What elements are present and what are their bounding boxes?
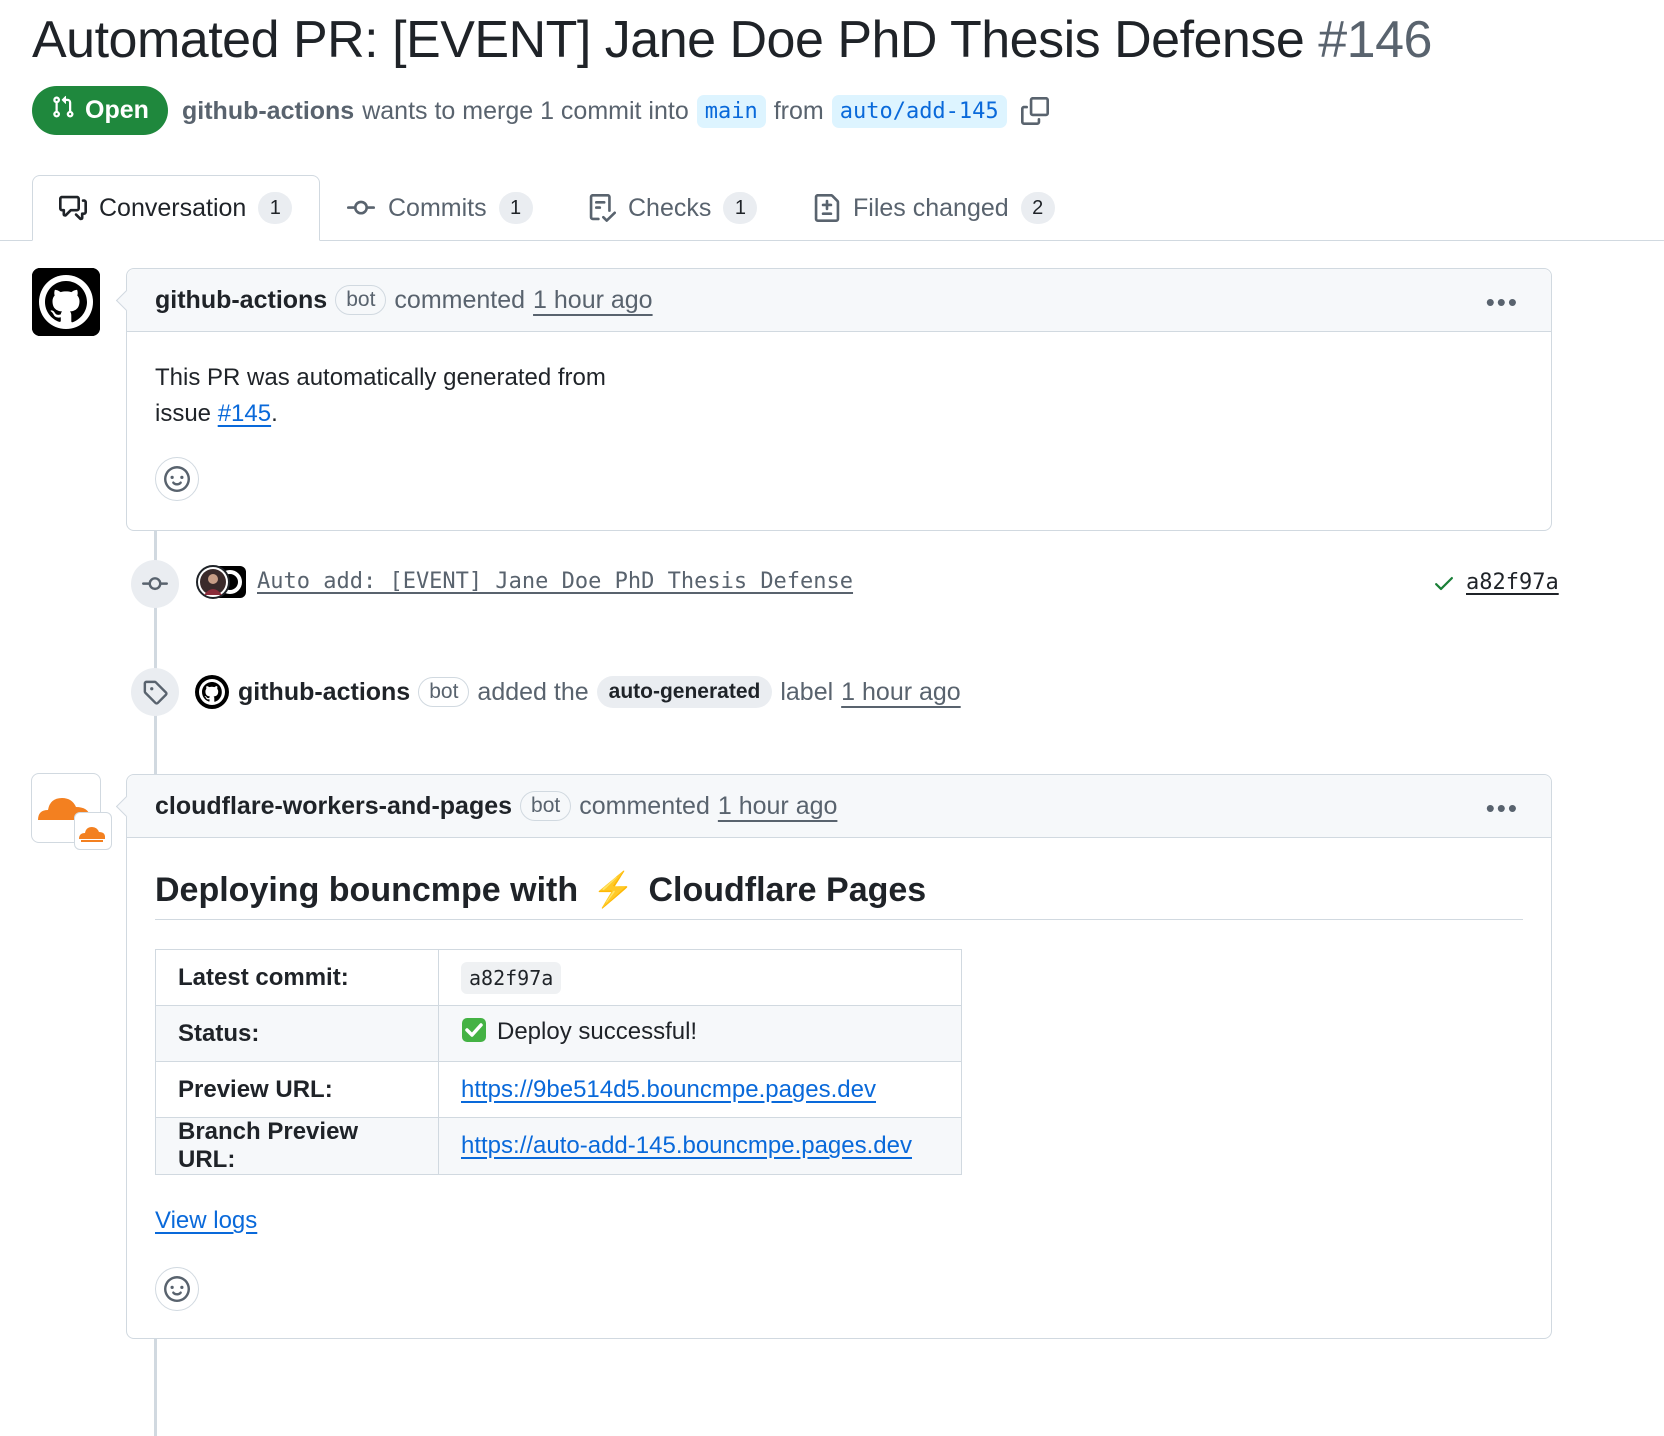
kebab-horizontal-icon[interactable]: ••• (1486, 287, 1519, 318)
github-logo-icon (195, 675, 229, 709)
deploy-heading-suffix: Cloudflare Pages (648, 870, 927, 909)
comment-author[interactable]: cloudflare-workers-and-pages (155, 792, 512, 821)
zap-emoji-icon: ⚡️ (592, 871, 635, 909)
cloudflare-pages-badge-icon (74, 812, 112, 850)
table-row: Branch Preview URL: https://auto-add-145… (155, 1117, 962, 1175)
tab-checks-label: Checks (628, 193, 712, 222)
comment-action: commented (394, 285, 526, 314)
label-event-suffix: label (780, 677, 834, 706)
table-row: Latest commit: a82f97a (155, 949, 962, 1006)
pr-state-badge: Open (32, 86, 168, 135)
commit-authors-avatars[interactable] (196, 565, 248, 599)
comment-header: cloudflare-workers-and-pages bot comment… (127, 775, 1551, 838)
deploy-heading: Deploying bouncmpe with ⚡️ Cloudflare Pa… (155, 861, 1523, 920)
issue-label-auto-generated[interactable]: auto-generated (596, 676, 773, 708)
tab-commits[interactable]: Commits 1 (346, 175, 533, 241)
label-event-text: github-actions bot added the auto-genera… (194, 674, 961, 710)
bot-label: bot (418, 677, 470, 707)
commit-status: a82f97a (1432, 570, 1559, 595)
comment-discussion-icon (59, 194, 87, 222)
tab-commits-count: 1 (498, 192, 533, 224)
comment-header: github-actions bot commented 1 hour ago … (127, 269, 1551, 332)
comment-action: commented (579, 791, 710, 820)
issue-link[interactable]: #145 (218, 400, 271, 427)
comment-card: github-actions bot commented 1 hour ago … (115, 268, 1552, 531)
file-diff-icon (813, 194, 841, 222)
bot-label: bot (335, 285, 387, 315)
merge-text: wants to merge 1 commit into (362, 96, 689, 125)
pr-state-label: Open (85, 96, 149, 124)
table-key: Latest commit: (155, 949, 439, 1006)
table-key: Branch Preview URL: (155, 1117, 439, 1175)
add-reaction-button[interactable] (155, 1267, 199, 1311)
tab-files-changed[interactable]: Files changed 2 (813, 175, 1055, 241)
commit-event-badge (131, 560, 179, 608)
tab-checks[interactable]: Checks 1 (588, 175, 758, 241)
table-row: Preview URL: https://9be514d5.bouncmpe.p… (155, 1061, 962, 1118)
comment-body-suffix: . (271, 400, 278, 427)
tab-conversation-label: Conversation (99, 193, 247, 222)
table-value: https://auto-add-145.bouncmpe.pages.dev (438, 1117, 962, 1175)
head-branch[interactable]: auto/add-145 (831, 94, 1007, 128)
tab-checks-count: 1 (723, 192, 758, 224)
comment-card-cloudflare: cloudflare-workers-and-pages bot comment… (115, 774, 1552, 1339)
label-event-avatar[interactable] (194, 674, 230, 710)
branch-preview-url-link[interactable]: https://auto-add-145.bouncmpe.pages.dev (461, 1132, 912, 1159)
tab-files-changed-label: Files changed (853, 193, 1009, 222)
comment-body: This PR was automatically generated from… (127, 332, 1551, 432)
label-event-badge (131, 668, 179, 716)
check-icon[interactable] (1432, 571, 1456, 595)
git-commit-icon (346, 194, 376, 222)
smiley-icon (164, 1276, 190, 1302)
tab-commits-label: Commits (388, 193, 487, 222)
table-key: Preview URL: (155, 1061, 439, 1118)
pr-number: #146 (1318, 11, 1432, 69)
git-commit-icon (141, 571, 169, 597)
commit-message-link[interactable]: Auto add: [EVENT] Jane Doe PhD Thesis De… (257, 569, 853, 594)
copy-icon[interactable] (1020, 97, 1049, 125)
github-logo-icon (32, 268, 100, 336)
tag-icon (142, 679, 168, 705)
checklist-icon (588, 194, 616, 222)
from-text: from (773, 96, 824, 125)
comment-body-issue-prefix: issue (155, 400, 212, 427)
preview-url-link[interactable]: https://9be514d5.bouncmpe.pages.dev (461, 1076, 876, 1103)
github-actions-avatar[interactable] (32, 268, 100, 336)
tab-files-changed-count: 2 (1020, 192, 1055, 224)
pr-meta: github-actions wants to merge 1 commit i… (182, 90, 1049, 132)
table-value: a82f97a (438, 949, 962, 1006)
deploy-status: Deploy successful! (497, 1018, 698, 1045)
label-event-action: added the (477, 677, 589, 706)
latest-commit-sha: a82f97a (461, 961, 562, 994)
author-avatar (196, 565, 230, 599)
comment-timestamp[interactable]: 1 hour ago (718, 792, 838, 821)
pr-title: Automated PR: [EVENT] Jane Doe PhD Thesi… (32, 4, 1432, 76)
label-event-actor[interactable]: github-actions (238, 678, 410, 707)
check-mark-button-icon (461, 1017, 487, 1050)
comment-timestamp[interactable]: 1 hour ago (533, 286, 653, 315)
comment-body-line1: This PR was automatically generated from (155, 364, 606, 391)
bot-label: bot (520, 791, 572, 821)
base-branch[interactable]: main (696, 94, 766, 128)
deploy-heading-prefix: Deploying bouncmpe with (155, 870, 579, 909)
comment-author[interactable]: github-actions (155, 286, 327, 315)
comment-body-line2: issue #145. (155, 396, 1523, 432)
add-reaction-button[interactable] (155, 457, 199, 501)
label-event-timestamp[interactable]: 1 hour ago (841, 678, 961, 707)
commit-sha-link[interactable]: a82f97a (1466, 570, 1559, 595)
table-value: Deploy successful! (438, 1005, 962, 1062)
git-pull-request-icon (51, 94, 75, 127)
pr-title-text: Automated PR: [EVENT] Jane Doe PhD Thesi… (32, 11, 1305, 69)
tab-conversation-count: 1 (258, 192, 293, 224)
kebab-horizontal-icon[interactable]: ••• (1486, 793, 1519, 824)
table-key: Status: (155, 1005, 439, 1062)
table-row: Status: Deploy successful! (155, 1005, 962, 1062)
tab-conversation[interactable]: Conversation 1 (32, 175, 320, 241)
view-logs-link[interactable]: View logs (155, 1207, 257, 1235)
table-value: https://9be514d5.bouncmpe.pages.dev (438, 1061, 962, 1118)
pr-author-link[interactable]: github-actions (182, 97, 354, 126)
smiley-icon (164, 466, 190, 492)
deploy-table: Latest commit: a82f97a Status: Deploy su… (155, 949, 962, 1175)
